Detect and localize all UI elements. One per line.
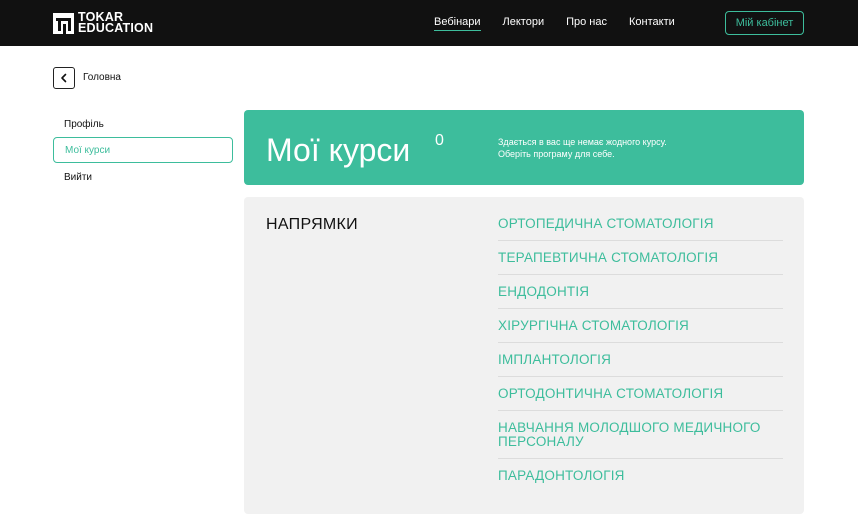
chevron-left-icon [61,73,67,83]
empty-message-line-2: Оберіть програму для себе. [498,149,615,159]
directions-heading: НАПРЯМКИ [266,216,358,233]
nav-contacts[interactable]: Контакти [629,16,675,31]
brand-name: TOKAR EDUCATION [78,11,154,35]
sidebar-item-my-courses[interactable]: Мої курси [53,137,233,163]
directions-list: ОРТОПЕДИЧНА СТОМАТОЛОГІЯ ТЕРАПЕВТИЧНА СТ… [498,207,783,492]
direction-link[interactable]: НАВЧАННЯ МОЛОДШОГО МЕДИЧНОГО ПЕРСОНАЛУ [498,411,783,459]
direction-link[interactable]: ПАРАДОНТОЛОГІЯ [498,459,783,492]
directions-panel: НАПРЯМКИ ОРТОПЕДИЧНА СТОМАТОЛОГІЯ ТЕРАПЕ… [244,197,804,514]
main-nav: Вебінари Лектори Про нас Контакти [434,16,675,31]
direction-link[interactable]: ТЕРАПЕВТИЧНА СТОМАТОЛОГІЯ [498,241,783,275]
courses-count: 0 [435,132,444,149]
breadcrumb-home[interactable]: Головна [83,72,121,83]
nav-lecturers[interactable]: Лектори [503,16,545,31]
direction-link[interactable]: ОРТОДОНТИЧНА СТОМАТОЛОГІЯ [498,377,783,411]
direction-link[interactable]: ХІРУРГІЧНА СТОМАТОЛОГІЯ [498,309,783,343]
nav-about[interactable]: Про нас [566,16,607,31]
sidebar-item-profile[interactable]: Профіль [53,111,233,137]
logo-icon [53,12,74,34]
sidebar-item-logout[interactable]: Вийти [53,164,233,190]
direction-link[interactable]: ОРТОПЕДИЧНА СТОМАТОЛОГІЯ [498,207,783,241]
nav-webinars[interactable]: Вебінари [434,16,481,31]
courses-banner: Мої курси 0 Здається в вас ще немає жодн… [244,110,804,185]
empty-message: Здається в вас ще немає жодного курсу. О… [498,136,728,160]
direction-link[interactable]: ІМПЛАНТОЛОГІЯ [498,343,783,377]
brand-logo[interactable]: TOKAR EDUCATION [53,11,154,35]
brand-line-2: EDUCATION [78,21,154,35]
empty-message-line-1: Здається в вас ще немає жодного курсу. [498,137,667,147]
page-title: Мої курси [266,132,411,168]
back-button[interactable] [53,67,75,89]
direction-link[interactable]: ЕНДОДОНТІЯ [498,275,783,309]
top-header: TOKAR EDUCATION Вебінари Лектори Про нас… [0,0,858,46]
my-cabinet-button[interactable]: Мій кабінет [725,11,804,35]
